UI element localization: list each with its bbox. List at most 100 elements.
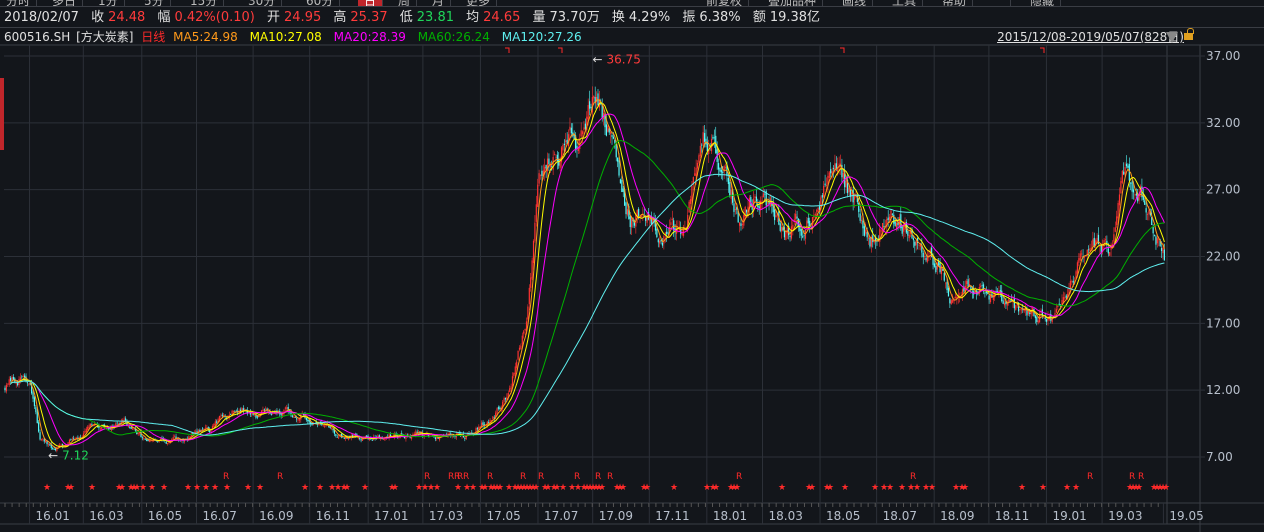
candle-body	[584, 123, 586, 130]
candle-body	[893, 214, 895, 224]
candle-body	[332, 429, 334, 431]
r-signal-label: R	[538, 472, 544, 482]
candle-body	[903, 226, 905, 232]
candle-body	[670, 222, 672, 225]
candle-body	[785, 232, 787, 240]
candle-body	[1034, 315, 1036, 319]
candle-body	[924, 256, 926, 257]
candle-body	[530, 277, 532, 288]
ma60-line	[10, 140, 1165, 438]
candle-body	[1114, 227, 1116, 232]
candle-body	[795, 213, 797, 220]
r-signal-label: R	[574, 472, 580, 482]
candle-body	[712, 136, 714, 139]
candle-body	[329, 426, 331, 428]
candle-body	[617, 157, 619, 162]
candle-body	[497, 407, 500, 409]
candle-body	[912, 238, 915, 241]
candle-body	[60, 444, 62, 446]
candle-body	[1020, 309, 1022, 311]
star-signal-icon: ★	[913, 483, 921, 493]
star-signal-icon: ★	[1072, 483, 1080, 493]
x-tick-label: 19.05	[1169, 509, 1203, 523]
candle-body	[539, 174, 542, 176]
candle-body	[1120, 181, 1122, 193]
candlestick-chart[interactable]: 37.00 32.00 27.00 22.00 17.00 12.00 7.00 16.01 1…	[0, 0, 1264, 532]
candle-body	[1104, 239, 1107, 241]
candle-body	[867, 237, 870, 239]
candle-body	[663, 236, 665, 244]
candle-body	[263, 409, 265, 411]
candle-body	[1088, 249, 1090, 251]
candle-body	[1152, 227, 1154, 234]
candle-body	[412, 434, 414, 435]
candle-body	[625, 202, 627, 215]
candle-body	[1153, 235, 1156, 236]
ma120-line	[10, 173, 1165, 436]
candle-body	[694, 173, 696, 176]
star-signal-icon: ★	[148, 483, 156, 493]
candle-body	[667, 232, 669, 234]
candle-body	[619, 179, 622, 184]
y-tick-label: 32.00	[1206, 116, 1240, 130]
candle-body	[869, 237, 871, 247]
candle-body	[196, 431, 198, 433]
candle-body	[593, 95, 595, 99]
x-tick-label: 18.01	[713, 509, 747, 523]
candle-body	[143, 438, 145, 439]
candle-body	[531, 260, 533, 279]
candle-body	[980, 285, 982, 288]
candle-body	[70, 439, 72, 440]
candle-body	[605, 124, 608, 136]
candle-body	[359, 438, 361, 439]
candle-body	[535, 204, 537, 222]
candle-body	[514, 366, 516, 375]
candle-body	[590, 106, 592, 109]
high-price-annotation: 36.75	[606, 52, 640, 66]
candle-body	[555, 156, 557, 158]
candle-body	[35, 407, 37, 413]
candle-body	[832, 168, 835, 169]
candle-body	[89, 423, 92, 427]
candle-body	[1160, 248, 1163, 251]
candle-body	[758, 206, 760, 209]
star-signal-icon: ★	[886, 483, 894, 493]
candle-body	[88, 425, 90, 428]
candle-body	[499, 407, 501, 410]
candle-body	[42, 438, 44, 440]
candle-body	[570, 127, 572, 134]
candle-body	[940, 265, 943, 275]
x-tick-label: 18.07	[883, 509, 917, 523]
candle-body	[21, 376, 23, 378]
candle-body	[496, 408, 498, 414]
candle-body	[8, 379, 10, 385]
candle-body	[1162, 247, 1164, 254]
candle-body	[38, 422, 40, 432]
candle-body	[548, 158, 550, 164]
candle-body	[1146, 214, 1149, 216]
star-signal-icon: ★	[1018, 483, 1026, 493]
candle-body	[888, 216, 891, 220]
candle-body	[800, 228, 802, 236]
star-signal-icon: ★	[256, 483, 264, 493]
candle-body	[860, 219, 863, 222]
candle-body	[1013, 298, 1015, 309]
star-signal-icon: ★	[1039, 483, 1047, 493]
y-tick-label: 27.00	[1206, 183, 1240, 197]
candle-body	[614, 139, 616, 143]
candle-body	[464, 437, 466, 439]
candle-body	[87, 426, 89, 430]
candle-body	[516, 361, 518, 368]
candle-body	[286, 407, 288, 409]
r-signal-label: R	[463, 472, 469, 482]
candle-body	[803, 235, 805, 237]
candle-body	[615, 143, 617, 158]
candle-body	[754, 196, 756, 199]
candle-body	[371, 439, 373, 441]
candle-body	[587, 105, 589, 120]
candle-body	[518, 347, 521, 350]
candle-body	[124, 418, 127, 421]
candle-body	[553, 154, 556, 156]
candle-body	[10, 377, 12, 381]
candle-body	[845, 180, 847, 188]
